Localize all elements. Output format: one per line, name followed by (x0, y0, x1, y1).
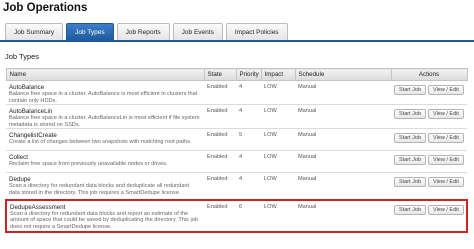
job-impact: LOW (261, 198, 295, 233)
job-state: Enabled (204, 150, 236, 174)
job-description: Scan a directory for redundant data bloc… (9, 183, 190, 196)
job-description: Balance free space in a cluster. AutoBal… (9, 115, 200, 128)
job-actions: Start Job View / Edit (391, 104, 467, 130)
job-state: Enabled (204, 198, 236, 233)
column-header-schedule[interactable]: Schedule (294, 68, 392, 81)
job-name-cell: Collect Reclaim free space from previousl… (6, 150, 204, 174)
column-header-name[interactable]: Name (5, 68, 205, 81)
job-priority: 4 (236, 104, 261, 130)
job-description: Balance free space in a cluster. AutoBal… (9, 91, 198, 104)
job-priority: 6 (236, 198, 261, 233)
job-name: Collect (9, 154, 28, 162)
tab-job-reports[interactable]: Job Reports (116, 23, 170, 40)
job-schedule: Manual (295, 150, 391, 174)
tab-bar: Job Summary Job Types Job Reports Job Ev… (5, 23, 291, 40)
job-name: AutoBalanceLin (9, 108, 53, 116)
table-row[interactable]: Collect Reclaim free space from previousl… (6, 150, 467, 174)
page-title: Job Operations (3, 2, 88, 14)
view-edit-button[interactable]: View / Edit (428, 177, 464, 188)
job-description: Scan a directory for redundant data bloc… (10, 210, 198, 231)
table-row[interactable]: ChangelistCreate Create a list of changes… (6, 128, 467, 152)
job-state: Enabled (204, 128, 236, 152)
job-state: Enabled (204, 80, 236, 106)
job-actions: Start Job View / Edit (391, 80, 467, 106)
job-priority: 4 (236, 172, 261, 201)
start-job-button[interactable]: Start Job (394, 85, 427, 95)
tab-underline (0, 40, 474, 42)
job-impact: LOW (261, 128, 295, 152)
job-impact: LOW (261, 150, 295, 174)
job-state: Enabled (204, 172, 236, 201)
job-name-cell: DedupeAssessment Scan a directory for red… (5, 198, 204, 233)
start-job-button[interactable]: Start Job (394, 109, 427, 120)
column-header-state[interactable]: State (203, 68, 237, 81)
job-priority: 5 (236, 128, 261, 152)
job-name: ChangelistCreate (9, 132, 57, 140)
tab-impact-policies[interactable]: Impact Policies (225, 23, 288, 40)
job-impact: LOW (261, 80, 295, 106)
view-edit-button[interactable]: View / Edit (428, 155, 464, 166)
table-row[interactable]: Dedupe Scan a directory for redundant dat… (6, 172, 467, 201)
table-row[interactable]: AutoBalanceLin Balance free space in a cl… (6, 104, 467, 130)
start-job-button[interactable]: Start Job (394, 133, 427, 144)
view-edit-button[interactable]: View / Edit (428, 85, 464, 95)
tab-job-summary[interactable]: Job Summary (5, 23, 64, 40)
job-schedule: Manual (295, 128, 391, 152)
job-schedule: Manual (295, 172, 391, 201)
job-types-table: Name State Priority Impact Schedule Acti… (5, 68, 468, 233)
job-schedule: Manual (295, 80, 391, 106)
tab-job-events[interactable]: Job Events (172, 23, 223, 40)
job-description: Create a list of changes between two sna… (9, 139, 192, 146)
start-job-button[interactable]: Start Job (394, 155, 427, 166)
job-actions: Start Job View / Edit (391, 128, 467, 152)
job-schedule: Manual (295, 198, 391, 233)
start-job-button[interactable]: Start Job (394, 177, 427, 188)
job-impact: LOW (261, 172, 295, 201)
job-impact: LOW (261, 104, 295, 130)
job-name-cell: Dedupe Scan a directory for redundant dat… (6, 172, 204, 201)
job-name: DedupeAssessment (10, 203, 66, 211)
job-name: Dedupe (9, 176, 31, 184)
view-edit-button[interactable]: View / Edit (428, 133, 464, 144)
job-name-cell: AutoBalanceLin Balance free space in a cl… (6, 104, 204, 130)
job-state: Enabled (204, 104, 236, 130)
job-actions: Start Job View / Edit (391, 198, 468, 233)
job-name-cell: ChangelistCreate Create a list of changes… (6, 128, 204, 152)
job-priority: 4 (236, 150, 261, 174)
job-actions: Start Job View / Edit (391, 150, 467, 174)
table-row-selected[interactable]: DedupeAssessment Scan a directory for red… (5, 198, 468, 233)
column-header-actions: Actions (390, 68, 468, 81)
table-header: Name State Priority Impact Schedule Acti… (5, 68, 468, 81)
section-title: Job Types (5, 52, 40, 61)
job-name: AutoBalance (9, 84, 45, 91)
table-row[interactable]: AutoBalance Balance free space in a clust… (6, 80, 467, 106)
job-name-cell: AutoBalance Balance free space in a clust… (6, 80, 204, 106)
start-job-button[interactable]: Start Job (394, 204, 427, 215)
job-actions: Start Job View / Edit (391, 172, 467, 201)
job-schedule: Manual (295, 104, 391, 130)
column-header-impact[interactable]: Impact (260, 68, 296, 81)
view-edit-button[interactable]: View / Edit (428, 204, 464, 215)
tab-job-types[interactable]: Job Types (66, 23, 114, 40)
view-edit-button[interactable]: View / Edit (428, 109, 464, 120)
job-priority: 4 (236, 80, 261, 106)
column-header-priority[interactable]: Priority (235, 68, 262, 81)
job-description: Reclaim free space from previously unava… (9, 161, 168, 168)
